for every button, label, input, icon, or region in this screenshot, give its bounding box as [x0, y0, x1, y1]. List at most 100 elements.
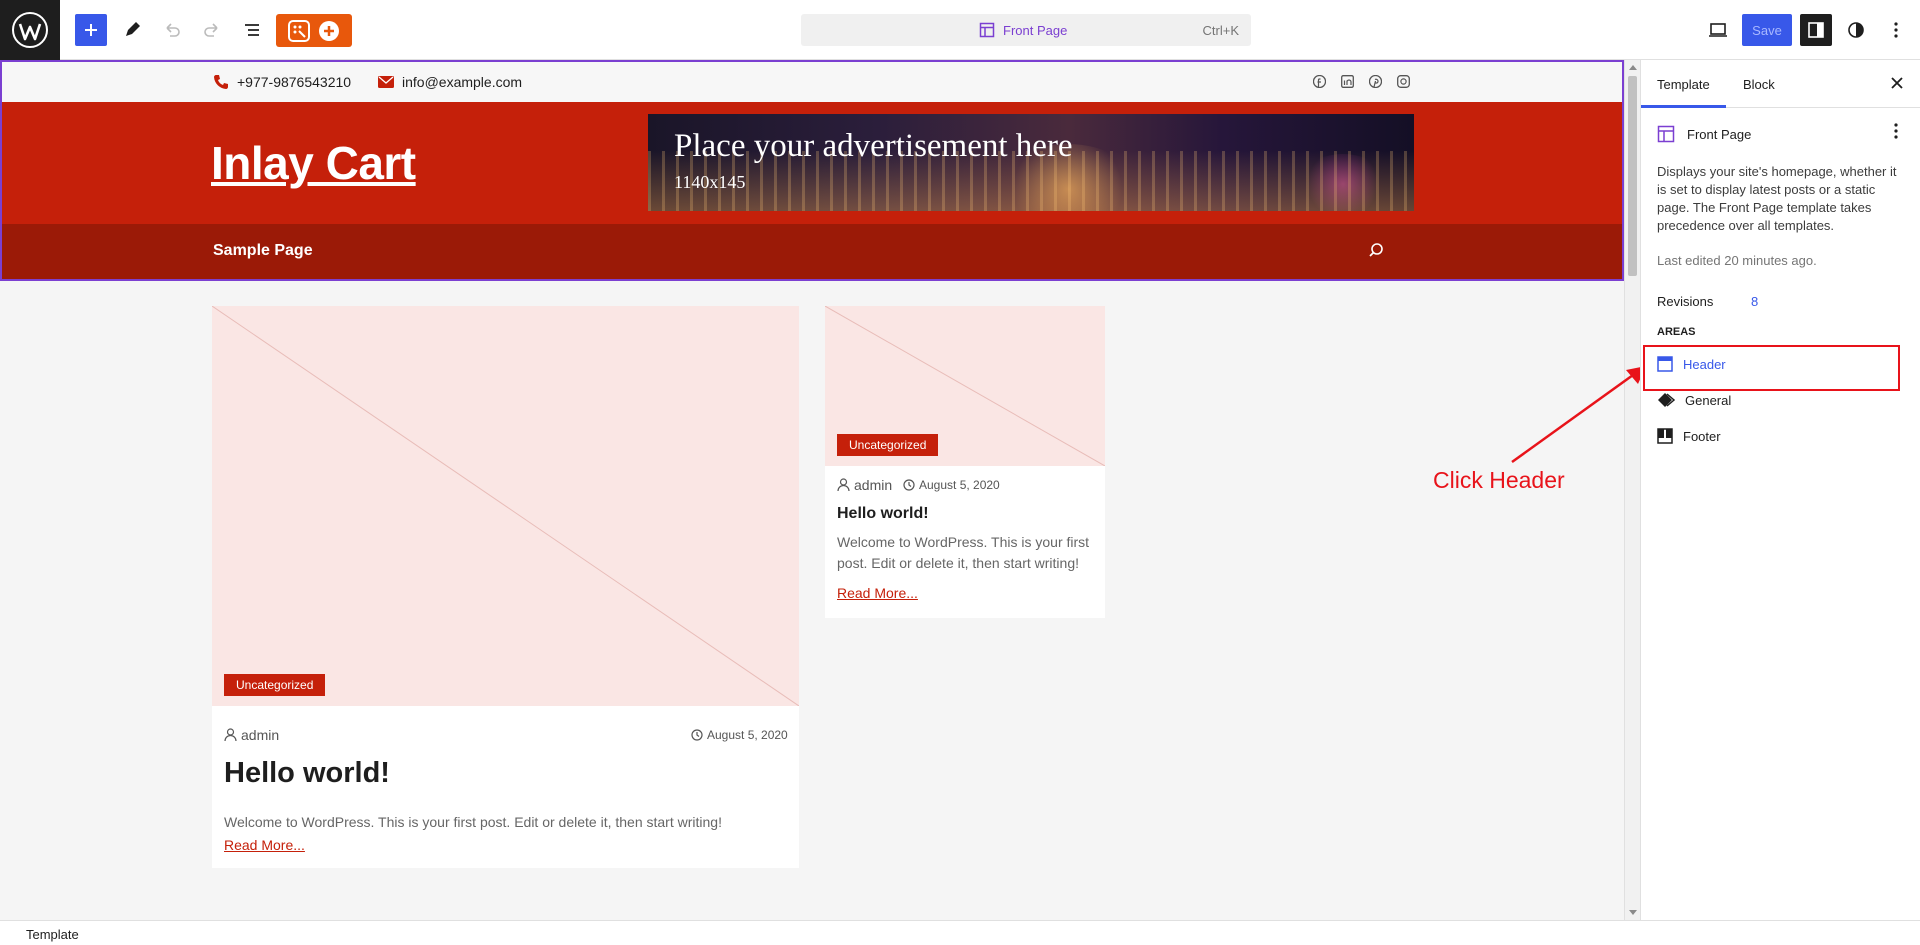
- wordpress-icon: [12, 12, 48, 48]
- date-text: August 5, 2020: [707, 728, 788, 742]
- read-more-link[interactable]: Read More...: [224, 837, 305, 853]
- post-author[interactable]: admin: [224, 727, 279, 743]
- settings-panel-toggle[interactable]: [1800, 14, 1832, 46]
- user-icon: [837, 478, 850, 492]
- primary-navigation: Sample Page: [2, 224, 1622, 279]
- ad-title: Place your advertisement here: [674, 128, 1073, 164]
- author-name: admin: [241, 727, 280, 743]
- read-more-link[interactable]: Read More...: [837, 585, 918, 601]
- area-label: Footer: [1683, 428, 1721, 444]
- nav-item-sample-page[interactable]: Sample Page: [213, 242, 313, 260]
- linkedin-icon[interactable]: [1340, 74, 1354, 88]
- category-badge[interactable]: Uncategorized: [837, 434, 939, 456]
- scroll-up-arrow[interactable]: [1629, 65, 1637, 70]
- redo-button[interactable]: [196, 14, 228, 46]
- category-badge[interactable]: Uncategorized: [224, 674, 326, 696]
- breadcrumb-template[interactable]: Template: [26, 927, 79, 942]
- document-title: Front Page: [979, 22, 1067, 38]
- email-contact[interactable]: info@example.com: [378, 74, 522, 90]
- more-vertical-icon: [1894, 123, 1898, 139]
- tools-button[interactable]: [116, 14, 148, 46]
- tab-template[interactable]: Template: [1641, 77, 1726, 108]
- plugin-grid-icon: [288, 19, 310, 42]
- envelope-icon: [378, 76, 394, 88]
- placeholder-diagonal: [212, 306, 799, 706]
- scroll-down-arrow[interactable]: [1629, 910, 1637, 915]
- clock-icon: [691, 729, 703, 741]
- settings-sidebar: Template Block Front Page Displays your …: [1640, 60, 1920, 920]
- add-block-button[interactable]: [75, 14, 107, 46]
- instagram-icon[interactable]: [1396, 74, 1410, 88]
- search-icon: [1369, 243, 1383, 257]
- list-view-icon: [245, 24, 259, 36]
- template-card-header: Front Page: [1657, 125, 1751, 143]
- post-card[interactable]: Uncategorized admin August 5, 2020 Hello…: [825, 306, 1105, 618]
- plugin-toolbar-button[interactable]: [276, 14, 352, 47]
- brand-bar: Inlay Cart Place your advertisement here…: [2, 102, 1622, 224]
- template-actions-button[interactable]: [1893, 122, 1899, 145]
- close-sidebar-button[interactable]: [1887, 74, 1907, 94]
- revisions-count[interactable]: 8: [1751, 294, 1758, 309]
- post-author[interactable]: admin: [837, 477, 892, 493]
- scroll-thumb[interactable]: [1628, 76, 1637, 276]
- areas-heading: AREAS: [1657, 326, 1696, 338]
- save-button[interactable]: Save: [1742, 14, 1792, 46]
- desktop-icon: [1709, 23, 1727, 37]
- phone-contact[interactable]: +977-9876543210: [213, 74, 351, 90]
- annotation-arrow: [1511, 366, 1646, 464]
- post-date[interactable]: August 5, 2020: [903, 478, 1000, 492]
- user-icon: [224, 728, 237, 742]
- editor-canvas[interactable]: +977-9876543210 info@example.com Inlay C…: [0, 60, 1624, 920]
- site-title[interactable]: Inlay Cart: [211, 136, 416, 190]
- command-palette-button[interactable]: Front Page Ctrl+K: [801, 14, 1251, 46]
- header-template-part[interactable]: +977-9876543210 info@example.com Inlay C…: [0, 60, 1624, 281]
- area-general[interactable]: General: [1657, 392, 1731, 408]
- close-icon: [1891, 77, 1903, 89]
- email-address: info@example.com: [402, 74, 523, 90]
- half-circle-icon: [1848, 22, 1864, 38]
- undo-button[interactable]: [156, 14, 188, 46]
- featured-image-placeholder: [212, 306, 799, 706]
- search-button[interactable]: [1368, 242, 1384, 263]
- top-info-bar: +977-9876543210 info@example.com: [2, 62, 1622, 102]
- wordpress-logo-button[interactable]: [0, 0, 60, 60]
- pinterest-icon[interactable]: [1368, 74, 1382, 88]
- sidebar-icon: [1808, 22, 1824, 38]
- editor-toolbar: Front Page Ctrl+K Save: [0, 0, 1920, 60]
- shortcut-hint: Ctrl+K: [1202, 23, 1239, 38]
- redo-icon: [204, 23, 218, 37]
- footer-layout-icon: [1657, 428, 1673, 444]
- annotation-highlight-box: [1643, 345, 1900, 391]
- plus-icon: [85, 24, 97, 36]
- facebook-icon[interactable]: [1312, 74, 1326, 88]
- sidebar-tabs: Template Block: [1641, 60, 1920, 108]
- pencil-icon: [126, 22, 140, 36]
- document-overview-button[interactable]: [236, 14, 268, 46]
- undo-icon: [166, 23, 180, 37]
- more-vertical-icon: [1894, 22, 1898, 38]
- phone-icon: [214, 75, 228, 89]
- document-title-text: Front Page: [1003, 22, 1068, 38]
- plus-circle-icon: [319, 20, 339, 41]
- advertisement-banner[interactable]: Place your advertisement here 1140x145: [648, 114, 1414, 211]
- post-title[interactable]: Hello world!: [837, 505, 929, 523]
- template-description: Displays your site's homepage, whether i…: [1657, 164, 1897, 233]
- ad-size: 1140x145: [674, 172, 746, 192]
- revisions-link[interactable]: Revisions: [1657, 294, 1713, 309]
- options-button[interactable]: [1880, 14, 1912, 46]
- diamond-icon: [1658, 393, 1675, 407]
- status-bar: Template: [0, 920, 1920, 945]
- tab-block[interactable]: Block: [1743, 77, 1775, 92]
- post-excerpt: Welcome to WordPress. This is your first…: [837, 534, 1090, 571]
- area-footer[interactable]: Footer: [1657, 428, 1721, 444]
- template-name: Front Page: [1687, 126, 1752, 142]
- social-links: [1312, 74, 1410, 88]
- post-card[interactable]: Uncategorized admin August 5, 2020 Hello…: [212, 306, 799, 868]
- post-date[interactable]: August 5, 2020: [691, 728, 788, 742]
- phone-number: +977-9876543210: [237, 74, 352, 90]
- styles-button[interactable]: [1840, 14, 1872, 46]
- post-excerpt: Welcome to WordPress. This is your first…: [224, 814, 722, 830]
- canvas-scrollbar[interactable]: [1624, 60, 1640, 920]
- post-title[interactable]: Hello world!: [224, 757, 390, 790]
- device-preview-button[interactable]: [1700, 14, 1736, 46]
